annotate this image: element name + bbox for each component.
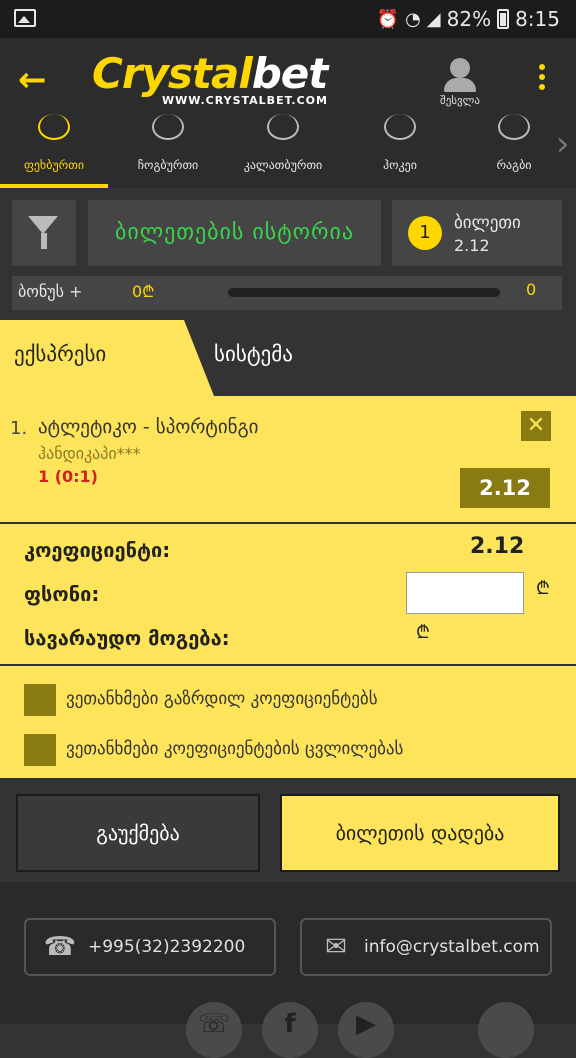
social-phone-icon[interactable]: ☏ [186,1002,242,1058]
facebook-icon[interactable]: f [262,1002,318,1058]
bonus-label: ბონუს + [18,282,83,301]
battery-icon [497,9,510,29]
app-header: ← Crystalbet WWW.CRYSTALBET.COM შესვლა [0,38,576,120]
gallery-notification-icon [14,9,36,27]
selection-pick: 1 (0:1) [38,467,98,486]
football-icon [38,114,70,140]
tab-label: ჰოკეი [383,158,417,172]
phone-contact[interactable]: ☎ +995(32)2392200 [24,918,276,976]
stake-input[interactable] [406,572,524,614]
ticket-history-button[interactable]: ბილეთების ისტორია [88,200,381,266]
agreement-checkboxes: ვეთანხმები გაზრდილ კოეფიციენტებს ვეთანხმ… [0,666,576,778]
tab-football[interactable]: ფეხბურთი [0,114,108,188]
status-bar: ⏰ ◔ ◢ 82% 8:15 [0,0,576,38]
ticket-label: ბილეთი [454,213,521,233]
tab-hockey[interactable]: ჰოკეი [352,114,448,188]
checkbox-label: ვეთანხმები გაზრდილ კოეფიციენტებს [66,689,378,709]
bonus-value: 0 [526,280,537,299]
cancel-button[interactable]: გაუქმება [16,794,260,872]
signal-icon: ◢ [426,8,441,30]
login-label: შესვლა [440,94,480,107]
ticket-button[interactable]: 1 ბილეთი 2.12 [392,200,562,266]
tab-system[interactable]: სისტემა [214,342,293,366]
chevron-right-icon[interactable]: › [556,126,572,166]
filter-button[interactable] [12,200,76,266]
checkbox-label: ვეთანხმები კოეფიციენტების ცვლილებას [66,739,404,759]
potential-win-label: სავარაუდო მოგება: [24,626,230,650]
clock: 8:15 [515,7,560,31]
bet-summary: კოეფიციენტი: 2.12 ფსონი: ₾ სავარაუდო მოგ… [0,524,576,664]
email-address: info@crystalbet.com [364,937,540,957]
coefficient-label: კოეფიციენტი: [24,538,171,562]
sports-tabs: ფეხბურთი ჩოგბურთი კალათბურთი ჰოკეი რაგბი [0,114,576,188]
tab-express-label: ექსპრესი [14,342,107,366]
tennis-icon [152,114,184,140]
selection-odd: 2.12 [460,468,550,508]
tab-label: რაგბი [496,158,532,172]
tab-rugby[interactable]: რაგბი [466,114,562,188]
ticket-odd: 2.12 [454,236,490,255]
wifi-icon: ◔ [405,8,421,30]
hockey-icon [384,114,416,140]
crystalbet-logo[interactable]: Crystalbet WWW.CRYSTALBET.COM [92,52,352,112]
remove-selection-close-icon[interactable]: ✕ [521,411,551,441]
more-menu-icon[interactable] [532,64,552,96]
logo-url: WWW.CRYSTALBET.COM [162,94,328,107]
back-arrow-icon[interactable]: ← [18,62,58,98]
bonus-amount: 0₾ [132,282,155,301]
place-bet-button[interactable]: ბილეთის დადება [280,794,560,872]
tab-tennis[interactable]: ჩოგბურთი [116,114,220,188]
market-name: ჰანდიკაპი*** [38,444,141,463]
betslip-actions: ბილეთების ისტორია 1 ბილეთი 2.12 ბონუს + … [0,188,576,320]
checkbox-box[interactable] [24,734,56,766]
selection-number: 1. [10,418,28,439]
bonus-row: ბონუს + 0₾ 0 [12,276,562,310]
social-extra-icon[interactable] [478,1002,534,1058]
rugby-icon [498,114,530,140]
potential-win-currency: ₾ [416,622,430,643]
user-icon-body [444,78,476,92]
coefficient-value: 2.12 [470,534,525,559]
mail-icon: ✉ [325,932,347,962]
accept-odds-changes-checkbox[interactable]: ვეთანხმები კოეფიციენტების ცვლილებას [24,734,564,768]
tab-express[interactable]: ექსპრესი [0,320,214,396]
ticket-count-badge: 1 [408,216,442,250]
tab-label: ფეხბურთი [23,158,85,172]
user-icon [450,58,470,78]
email-contact[interactable]: ✉ info@crystalbet.com [300,918,552,976]
alarm-icon: ⏰ [376,8,400,30]
bet-selection: 1. ატლეტიკო - სპორტინგი ჰანდიკაპი*** 1 (… [0,396,576,522]
checkbox-box[interactable] [24,684,56,716]
login-button[interactable]: შესვლა [430,58,490,110]
funnel-icon-stem [41,233,47,249]
match-name: ატლეტიკო - სპორტინგი [38,416,259,438]
bet-type-tabs: ექსპრესი სისტემა [0,320,576,396]
tab-label: ჩოგბურთი [137,158,199,172]
funnel-icon [28,216,58,234]
phone-number: +995(32)2392200 [88,937,246,957]
betslip-buttons: გაუქმება ბილეთის დადება [0,778,576,882]
battery-percent: 82% [446,7,492,31]
basketball-icon [267,114,299,140]
accept-increased-odds-checkbox[interactable]: ვეთანხმები გაზრდილ კოეფიციენტებს [24,684,564,718]
youtube-icon[interactable]: ▶ [338,1002,394,1058]
stake-currency: ₾ [536,578,550,599]
status-icons: ⏰ ◔ ◢ 82% 8:15 [377,6,560,32]
tab-basketball[interactable]: კალათბურთი [228,114,338,188]
bonus-progress-bar [228,288,500,297]
footer: ☎ +995(32)2392200 ✉ info@crystalbet.com … [0,882,576,1058]
stake-label: ფსონი: [24,582,100,606]
phone-icon: ☎ [43,932,77,962]
tab-label: კალათბურთი [243,158,323,172]
logo-text-crystal: Crystal [92,49,253,98]
logo-text-bet: bet [251,49,329,98]
